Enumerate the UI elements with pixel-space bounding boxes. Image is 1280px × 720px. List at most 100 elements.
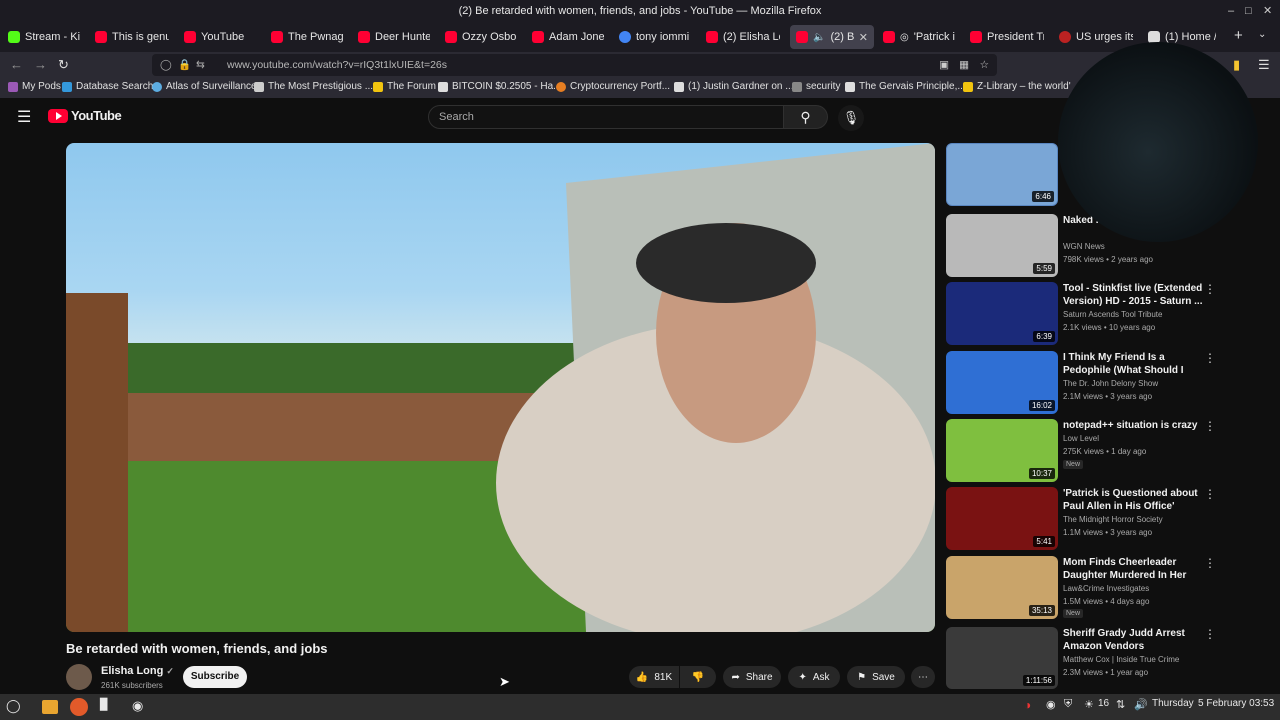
recommendation-item[interactable]: 1:11:56 Sheriff Grady Judd Arrest Amazon… xyxy=(946,627,1221,693)
bookmark-star-icon[interactable]: ☆ xyxy=(980,54,989,76)
file-manager-icon[interactable] xyxy=(42,700,58,714)
subscribe-button[interactable]: Subscribe xyxy=(183,666,247,688)
bookmark-item[interactable]: My Pods xyxy=(8,81,61,92)
bookmark-item[interactable]: (1) Justin Gardner on ... xyxy=(674,81,794,92)
url-bar[interactable]: ◯ 🔒 ⇆ www.youtube.com/watch?v=rIQ3t1lxUI… xyxy=(152,54,997,76)
translate-icon[interactable]: ▦ xyxy=(959,54,969,76)
recommendation-channel[interactable]: Low Level xyxy=(1063,434,1099,443)
more-actions-button[interactable]: ⋯ xyxy=(911,666,935,688)
browser-tab[interactable]: YouTube xyxy=(178,25,262,49)
hamburger-menu-icon[interactable]: ☰ xyxy=(17,107,31,127)
browser-tab[interactable]: tony iommi gu xyxy=(613,25,697,49)
recommendation-title[interactable]: 'Patrick is Questioned about Paul Allen … xyxy=(1063,487,1203,513)
browser-tab[interactable]: Deer Hunter Sl xyxy=(352,25,436,49)
maximize-icon[interactable]: □ xyxy=(1245,0,1252,22)
recommendation-item[interactable]: 16:02 I Think My Friend Is a Pedophile (… xyxy=(946,351,1221,417)
search-input[interactable]: Search xyxy=(428,105,784,129)
tracking-shield-icon[interactable]: ◯ xyxy=(160,54,172,76)
more-vertical-icon[interactable]: ⋮ xyxy=(1204,282,1216,296)
recommendation-channel[interactable]: Matthew Cox | Inside True Crime xyxy=(1063,655,1179,664)
bookmark-item[interactable]: Z-Library – the world' xyxy=(963,81,1071,92)
video-thumbnail[interactable]: 35:13 xyxy=(946,556,1058,619)
video-thumbnail[interactable]: 10:37 xyxy=(946,419,1058,482)
video-thumbnail[interactable]: 5:41 xyxy=(946,487,1058,550)
youtube-logo[interactable]: YouTube xyxy=(48,108,122,123)
back-icon[interactable]: ← xyxy=(10,57,23,72)
url-text[interactable]: www.youtube.com/watch?v=rIQ3t1lxUIE&t=26… xyxy=(227,59,447,71)
permissions-icon[interactable]: ⇆ xyxy=(196,54,205,76)
bookmark-item[interactable]: The Gervais Principle,... xyxy=(845,81,966,92)
menu-icon[interactable]: ☰ xyxy=(1258,57,1270,73)
bookmark-item[interactable]: Atlas of Surveillance xyxy=(152,81,257,92)
clock-text[interactable]: 5 February 03:53 xyxy=(1198,698,1274,709)
obs-icon[interactable]: ◉ xyxy=(132,698,143,714)
browser-tab[interactable]: ◎'Patrick is C xyxy=(877,25,961,49)
recommendation-channel[interactable]: WGN News xyxy=(1063,242,1105,251)
browser-tab[interactable]: US urges its cli xyxy=(1053,25,1139,49)
bookmark-folder[interactable]: security xyxy=(792,81,840,92)
start-menu-icon[interactable]: ◯ xyxy=(6,698,21,714)
bookmark-item[interactable]: The Most Prestigious ... xyxy=(254,81,373,92)
more-vertical-icon[interactable]: ⋮ xyxy=(1204,556,1216,570)
browser-tab[interactable]: Adam Jones Te xyxy=(526,25,610,49)
browser-tab[interactable]: Stream - Kick I xyxy=(2,25,86,49)
recommendation-title[interactable]: Sheriff Grady Judd Arrest Amazon Vendors xyxy=(1063,627,1203,653)
video-thumbnail[interactable]: 1:11:56 xyxy=(946,627,1058,689)
video-thumbnail[interactable]: 5:59 xyxy=(946,214,1058,277)
ask-button[interactable]: ✦ Ask xyxy=(788,666,840,688)
browser-tab[interactable]: Ozzy Osbourn xyxy=(439,25,523,49)
recommendation-item[interactable]: 6:39 Tool - Stinkfist live (Extended Ver… xyxy=(946,282,1221,348)
recommendation-title[interactable]: Tool - Stinkfist live (Extended Version)… xyxy=(1063,282,1203,308)
recommendation-title[interactable]: Mom Finds Cheerleader Daughter Murdered … xyxy=(1063,556,1203,582)
recommendation-title[interactable]: notepad++ situation is crazy xyxy=(1063,419,1203,432)
security-icon[interactable]: ◉ xyxy=(1046,698,1056,711)
close-icon[interactable]: ✕ xyxy=(1263,0,1272,22)
firefox-icon[interactable] xyxy=(70,698,88,716)
bookmark-item[interactable]: Cryptocurrency Portf... xyxy=(556,81,670,92)
bookmark-item[interactable]: Database Search xyxy=(62,81,153,92)
browser-tab[interactable]: The Pwnagotc xyxy=(265,25,349,49)
browser-tab[interactable]: (2) Elisha Long xyxy=(700,25,786,49)
like-button[interactable]: 👍 81K xyxy=(629,666,679,688)
tab-close-icon[interactable]: ✕ xyxy=(859,31,868,44)
more-vertical-icon[interactable]: ⋮ xyxy=(1204,627,1216,641)
extension-icon[interactable]: ▮ xyxy=(1233,57,1240,73)
tab-audio-icon[interactable]: 🔈 xyxy=(813,32,825,43)
video-thumbnail[interactable]: 6:46 xyxy=(946,143,1058,206)
recommendation-item[interactable]: 35:13 Mom Finds Cheerleader Daughter Mur… xyxy=(946,556,1221,622)
save-button[interactable]: ⚑ Save xyxy=(847,666,905,688)
lock-icon[interactable]: 🔒 xyxy=(178,54,191,76)
vpn-icon[interactable]: ◑ xyxy=(1024,698,1031,712)
search-button[interactable]: ⚲ xyxy=(784,105,828,129)
recommendation-item[interactable]: 10:37 notepad++ situation is crazy Low L… xyxy=(946,419,1221,485)
video-thumbnail[interactable]: 6:39 xyxy=(946,282,1058,345)
more-vertical-icon[interactable]: ⋮ xyxy=(1204,419,1216,433)
terminal-icon[interactable]: ▉ xyxy=(100,698,108,711)
new-tab-icon[interactable]: + xyxy=(1234,27,1243,44)
video-thumbnail[interactable]: 16:02 xyxy=(946,351,1058,414)
reader-view-icon[interactable]: ▣ xyxy=(939,54,949,76)
shield-icon[interactable]: ⛨ xyxy=(1064,698,1072,711)
tab-list-icon[interactable]: ⌄ xyxy=(1258,29,1266,40)
minimize-icon[interactable]: – xyxy=(1228,0,1234,22)
forward-icon[interactable]: → xyxy=(34,57,47,72)
volume-icon[interactable]: 🔊 xyxy=(1134,698,1148,711)
recommendation-channel[interactable]: The Midnight Horror Society xyxy=(1063,515,1163,524)
more-vertical-icon[interactable]: ⋮ xyxy=(1204,351,1216,365)
browser-tab-active[interactable]: 🔈(2) Be re✕ xyxy=(790,25,874,49)
avatar[interactable] xyxy=(66,664,92,690)
browser-tab[interactable]: President Trun xyxy=(964,25,1050,49)
recommendation-channel[interactable]: The Dr. John Delony Show xyxy=(1063,379,1158,388)
bookmark-item[interactable]: BITCOIN $0.2505 - Ha... xyxy=(438,81,562,92)
recommendation-title[interactable]: I Think My Friend Is a Pedophile (What S… xyxy=(1063,351,1203,377)
voice-search-button[interactable]: 🎙 xyxy=(838,105,864,131)
share-button[interactable]: ➦ Share xyxy=(723,666,781,688)
recommendation-channel[interactable]: Saturn Ascends Tool Tribute xyxy=(1063,310,1162,319)
bookmark-item[interactable]: The Forum xyxy=(373,81,436,92)
recommendation-item[interactable]: 5:41 'Patrick is Questioned about Paul A… xyxy=(946,487,1221,553)
browser-tab[interactable]: This is genuine xyxy=(89,25,175,49)
network-icon[interactable]: ⇅ xyxy=(1116,698,1125,711)
channel-name[interactable]: Elisha Long ✓ xyxy=(101,665,174,677)
video-player[interactable] xyxy=(66,143,935,632)
dislike-button[interactable]: 👎 xyxy=(680,666,716,688)
